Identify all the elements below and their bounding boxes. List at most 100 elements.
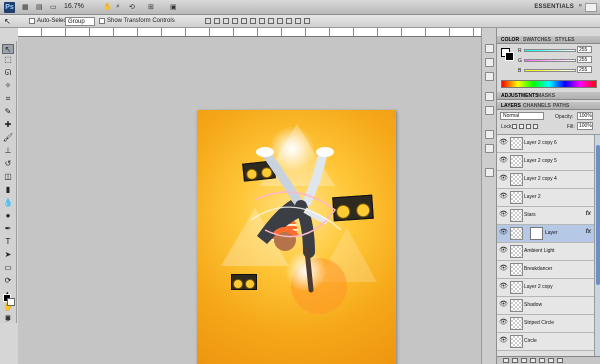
delete-layer-icon[interactable] [557,358,563,363]
tab-swatches[interactable]: SWATCHES [523,37,551,43]
tab-color[interactable]: COLOR [501,37,519,43]
move-tool-preset-icon[interactable]: ↖ [4,17,11,26]
red-slider[interactable] [524,49,576,52]
marquee-tool-icon[interactable]: ⬚ [2,55,14,65]
distribute-right-icon[interactable] [304,18,310,24]
green-value-field[interactable]: 255 [577,56,592,63]
tab-adjustments[interactable]: ADJUSTMENTS [501,93,539,99]
frame-icon[interactable]: ▭ [50,3,57,12]
bridge-icon[interactable]: ▦ [22,3,29,12]
healing-brush-tool-icon[interactable]: ✚ [2,120,14,130]
chevron-right-icon[interactable]: » [579,3,582,9]
new-layer-icon[interactable] [548,358,554,363]
tab-masks[interactable]: MASKS [537,93,555,99]
crop-tool-icon[interactable]: ⌗ [2,94,14,104]
document-canvas[interactable] [197,110,396,364]
info-panel-icon[interactable] [485,168,494,177]
background-color-swatch[interactable] [7,298,15,306]
eye-icon[interactable]: 👁 [499,283,508,290]
background-color-chip[interactable] [505,52,514,61]
align-top-icon[interactable] [205,18,211,24]
blue-slider[interactable] [524,69,576,72]
new-adjustment-layer-icon[interactable] [530,358,536,363]
eye-icon[interactable]: 👁 [499,337,508,344]
history-panel-icon[interactable] [485,44,494,53]
scrollbar-thumb[interactable] [596,145,600,285]
dodge-tool-icon[interactable]: ● [2,211,14,221]
eye-icon[interactable]: 👁 [499,193,508,200]
history-brush-tool-icon[interactable]: ↺ [2,159,14,169]
align-bottom-icon[interactable] [223,18,229,24]
brush-tool-icon[interactable]: 🖌 [2,133,14,143]
layer-row[interactable]: 👁 Striped Circle [497,315,594,333]
tab-paths[interactable]: PATHS [553,103,569,109]
mini-bridge-icon[interactable]: ▤ [36,3,43,12]
gradient-tool-icon[interactable]: ▮ [2,185,14,195]
distribute-left-icon[interactable] [286,18,292,24]
layer-row[interactable]: 👁 Circle [497,333,594,351]
character-panel-icon[interactable] [485,92,494,101]
distribute-bottom-icon[interactable] [277,18,283,24]
eye-icon[interactable]: 👁 [499,229,508,236]
layers-list[interactable]: 👁 Layer 2 copy 6 👁 Layer 2 copy 5 👁 Laye… [497,134,600,357]
shape-tool-icon[interactable]: ▭ [2,263,14,273]
clone-stamp-tool-icon[interactable]: ⊥ [2,146,14,156]
layer-row[interactable]: 👁 Layer 2 copy 6 [497,135,594,153]
zoom-icon[interactable]: ⌕ [116,3,120,12]
transform-controls-checkbox[interactable] [99,18,105,24]
add-layer-style-icon[interactable] [512,358,518,363]
auto-select-checkbox[interactable] [29,18,35,24]
eye-icon[interactable]: 👁 [499,157,508,164]
blend-mode-dropdown[interactable]: Normal [500,112,544,120]
layer-effects-icon[interactable]: fx [586,211,591,217]
eyedropper-tool-icon[interactable]: ✎ [2,107,14,117]
workspace-switcher[interactable]: ESSENTIALS [534,4,574,10]
eye-icon[interactable]: 👁 [499,175,508,182]
lock-transparent-icon[interactable] [512,124,517,129]
eye-icon[interactable]: 👁 [499,301,508,308]
eye-icon[interactable]: 👁 [499,139,508,146]
eye-icon[interactable]: 👁 [499,211,508,218]
lock-all-icon[interactable] [533,124,538,129]
align-left-icon[interactable] [232,18,238,24]
layer-row[interactable]: 👁 Layer 2 [497,189,594,207]
actions-panel-icon[interactable] [485,58,494,67]
3d-rotate-tool-icon[interactable]: ⟳ [2,276,14,286]
link-layers-icon[interactable] [503,358,509,363]
distribute-center-icon[interactable] [295,18,301,24]
layers-scrollbar[interactable] [594,135,600,357]
opacity-field[interactable]: 100% [577,112,593,120]
clone-source-panel-icon[interactable] [485,144,494,153]
red-value-field[interactable]: 255 [577,46,592,53]
align-middle-icon[interactable] [214,18,220,24]
tab-layers[interactable]: LAYERS [501,103,521,109]
magic-wand-tool-icon[interactable]: ✧ [2,81,14,91]
navigator-panel-icon[interactable] [485,72,494,81]
add-mask-icon[interactable] [521,358,527,363]
layer-row[interactable]: 👁 Layer 2 copy [497,279,594,297]
layer-row-selected[interactable]: 👁 Layer fx [497,225,594,243]
distribute-top-icon[interactable] [259,18,265,24]
tab-channels[interactable]: CHANNELS [523,103,551,109]
layer-effects-icon[interactable]: fx [586,229,591,235]
auto-select-dropdown[interactable]: Group [65,17,95,26]
color-spectrum-bar[interactable] [501,80,597,88]
hand-icon[interactable]: ✋ [103,3,112,12]
lock-position-icon[interactable] [526,124,531,129]
lasso-tool-icon[interactable]: ᘏ [2,68,14,78]
tab-styles[interactable]: STYLES [555,37,574,43]
zoom-level[interactable]: 16.7% [64,3,84,10]
type-tool-icon[interactable]: T [2,237,14,247]
screen-mode-icon[interactable]: ▣ [170,3,177,12]
path-selection-tool-icon[interactable]: ➤ [2,250,14,260]
fill-field[interactable]: 100% [577,122,593,130]
layer-row[interactable]: 👁 Ambient Light [497,243,594,261]
move-tool-icon[interactable]: ↖ [2,44,14,54]
layer-row[interactable]: 👁 Breakdancer [497,261,594,279]
layer-mask-thumbnail[interactable] [530,227,543,240]
rotate-icon[interactable]: ⟲ [129,3,135,12]
layer-row[interactable]: 👁 Layer 2 copy 4 [497,171,594,189]
lock-image-icon[interactable] [519,124,524,129]
arrange-icon[interactable]: ⊞ [148,3,154,12]
eye-icon[interactable]: 👁 [499,265,508,272]
